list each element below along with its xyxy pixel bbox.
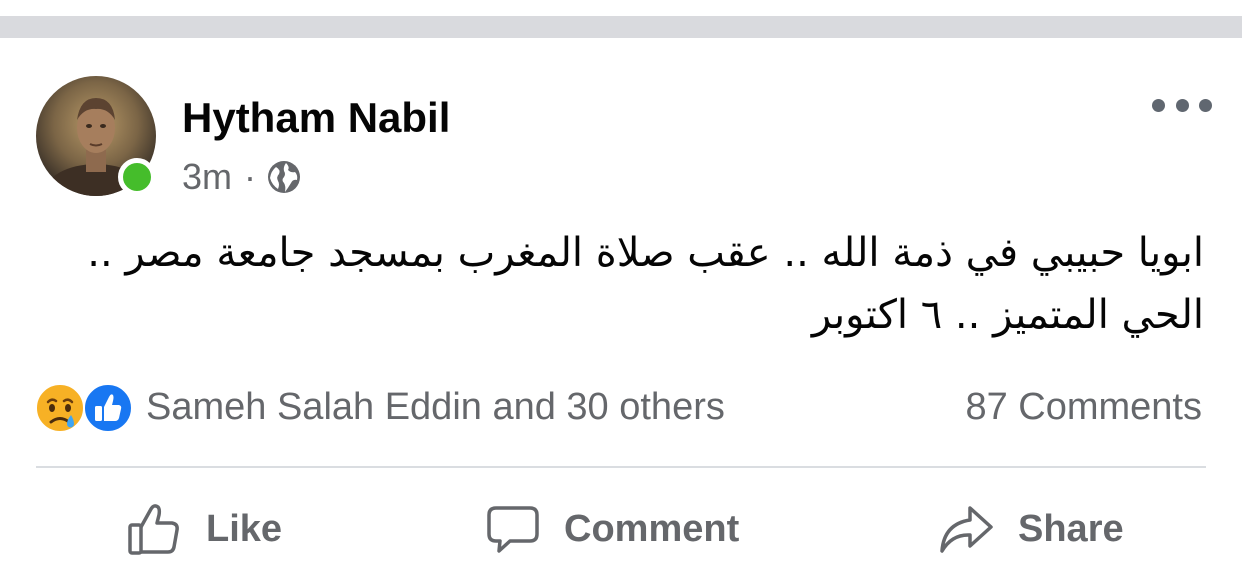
feed-separator-bar (0, 16, 1242, 38)
like-label: Like (206, 507, 283, 550)
globe-icon[interactable] (266, 159, 302, 195)
reaction-icons[interactable] (34, 382, 154, 434)
like-badge-icon (83, 383, 133, 433)
more-options-button[interactable] (1152, 88, 1212, 122)
share-button[interactable]: Share (938, 498, 1124, 560)
share-label: Share (1018, 507, 1124, 550)
share-arrow-icon (940, 506, 993, 553)
dot-icon (1152, 98, 1165, 112)
comment-bubble-icon (487, 506, 539, 553)
thumbs-up-icon (128, 504, 179, 555)
divider (36, 466, 1206, 468)
post-text: ابويا حبيبي في ذمة الله .. عقب صلاة المغ… (30, 222, 1204, 346)
meta-separator: · (244, 156, 257, 197)
author-name[interactable]: Hytham Nabil (182, 94, 450, 142)
dot-icon (1175, 98, 1189, 112)
post-time[interactable]: 3m (182, 156, 232, 198)
post-text-line: الحي المتميز .. ٦ اكتوبر (811, 292, 1204, 338)
post-meta: 3m · (182, 155, 302, 199)
like-button[interactable]: Like (126, 498, 282, 560)
online-status-dot (118, 158, 156, 196)
comments-count[interactable]: 87 Comments (965, 386, 1202, 429)
top-gap (0, 0, 1242, 16)
comment-button[interactable]: Comment (486, 498, 739, 560)
sad-face-icon (35, 383, 85, 433)
comment-label: Comment (564, 507, 740, 550)
reactions-summary[interactable]: Sameh Salah Eddin and 30 others (146, 386, 725, 429)
post-text-line: ابويا حبيبي في ذمة الله .. عقب صلاة المغ… (87, 230, 1204, 276)
dot-icon (1199, 98, 1212, 112)
